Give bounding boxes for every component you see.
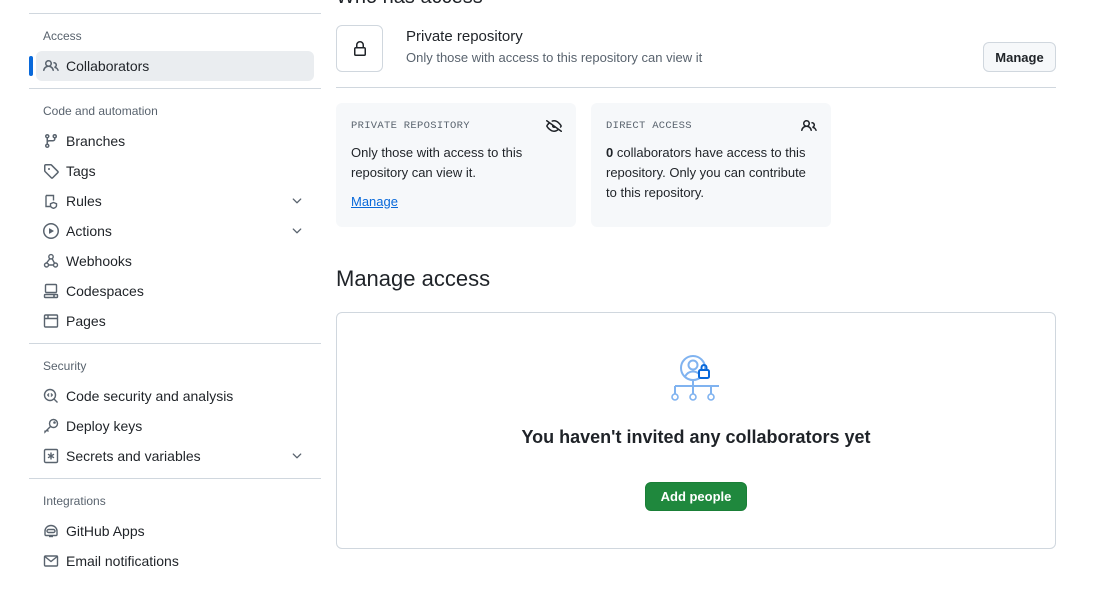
sidebar-item-label: Collaborators	[66, 58, 150, 74]
webhook-icon	[43, 253, 59, 269]
hubot-icon	[43, 523, 59, 539]
rules-icon	[43, 193, 59, 209]
sidebar-item-label: Code security and analysis	[66, 388, 234, 404]
sidebar-item-pages[interactable]: Pages	[36, 306, 314, 336]
divider	[336, 87, 1056, 88]
empty-state-message: You haven't invited any collaborators ye…	[521, 427, 871, 447]
sidebar-item-label: Webhooks	[66, 253, 132, 269]
lock-icon-box	[336, 25, 383, 72]
collaborators-illustration-icon	[671, 355, 719, 401]
divider	[29, 13, 321, 14]
sidebar-item-collaborators[interactable]: Collaborators	[29, 51, 314, 81]
tag-icon	[43, 163, 59, 179]
sidebar-item-tags[interactable]: Tags	[36, 156, 314, 186]
sidebar-item-label: Rules	[66, 193, 102, 209]
chevron-down-icon[interactable]	[290, 194, 304, 208]
people-icon	[43, 58, 59, 74]
sidebar-item-label: Branches	[66, 133, 126, 149]
section-heading-code-automation: Code and automation	[43, 104, 158, 118]
sidebar-item-label: Secrets and variables	[66, 448, 201, 464]
chevron-down-icon[interactable]	[290, 224, 304, 238]
card-label: PRIVATE REPOSITORY	[351, 120, 470, 132]
section-heading-access: Access	[43, 29, 82, 43]
divider	[29, 88, 321, 89]
section-heading-security: Security	[43, 359, 87, 373]
asterisk-icon	[43, 448, 59, 464]
sidebar-item-branches[interactable]: Branches	[36, 126, 314, 156]
private-repository-card: PRIVATE REPOSITORY Only those with acces…	[336, 103, 576, 227]
browser-icon	[43, 313, 59, 329]
sidebar-item-code-security[interactable]: Code security and analysis	[36, 381, 314, 411]
sidebar-item-codespaces[interactable]: Codespaces	[36, 276, 314, 306]
sidebar-item-label: Codespaces	[66, 283, 144, 299]
repo-visibility-title: Private repository	[406, 28, 523, 45]
repo-visibility-subtitle: Only those with access to this repositor…	[406, 50, 703, 65]
chevron-down-icon[interactable]	[290, 449, 304, 463]
git-branch-icon	[43, 133, 59, 149]
section-heading-integrations: Integrations	[43, 494, 106, 508]
sidebar-item-label: Pages	[66, 313, 106, 329]
sidebar-item-deploy-keys[interactable]: Deploy keys	[36, 411, 314, 441]
manage-visibility-button[interactable]: Manage	[983, 42, 1056, 72]
lock-icon	[353, 40, 366, 56]
play-icon	[43, 223, 59, 239]
sidebar-item-github-apps[interactable]: GitHub Apps	[36, 516, 314, 546]
sidebar-item-actions[interactable]: Actions	[36, 216, 314, 246]
sidebar-item-label: Deploy keys	[66, 418, 143, 434]
sidebar-item-rules[interactable]: Rules	[36, 186, 314, 216]
people-icon	[801, 119, 817, 132]
sidebar-item-label: Actions	[66, 223, 112, 239]
manage-link[interactable]: Manage	[351, 194, 398, 209]
divider	[29, 343, 321, 344]
card-body-text: collaborators have access to this reposi…	[606, 145, 806, 200]
sidebar-item-secrets[interactable]: Secrets and variables	[36, 441, 314, 471]
card-body: Only those with access to this repositor…	[351, 145, 523, 180]
add-people-button[interactable]: Add people	[645, 482, 747, 511]
mail-icon	[43, 553, 59, 569]
sidebar-item-webhooks[interactable]: Webhooks	[36, 246, 314, 276]
divider	[29, 478, 321, 479]
who-has-access-title: Who has access	[336, 0, 483, 9]
key-icon	[43, 418, 59, 434]
card-body: 0 collaborators have access to this repo…	[606, 143, 818, 203]
codescan-icon	[43, 388, 59, 404]
eye-closed-icon	[546, 120, 562, 133]
card-label: DIRECT ACCESS	[606, 120, 692, 132]
manage-access-title: Manage access	[336, 266, 491, 291]
sidebar-item-email-notifications[interactable]: Email notifications	[36, 546, 314, 576]
sidebar-item-label: GitHub Apps	[66, 523, 145, 539]
direct-access-card: DIRECT ACCESS 0 collaborators have acces…	[591, 103, 831, 227]
sidebar-item-label: Email notifications	[66, 553, 179, 569]
codespaces-icon	[43, 283, 59, 299]
collaborators-empty-state: You haven't invited any collaborators ye…	[336, 312, 1056, 549]
sidebar-item-label: Tags	[66, 163, 96, 179]
